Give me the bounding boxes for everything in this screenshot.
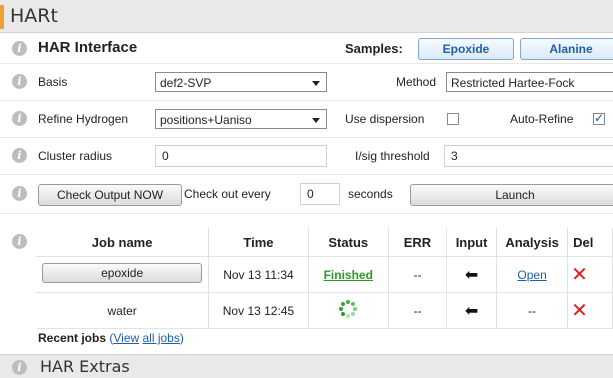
job-analysis: -- xyxy=(496,292,569,329)
interface-heading: HAR Interface xyxy=(38,39,138,56)
cluster-radius-row: i Cluster radius 0 I/sig threshold 3 xyxy=(0,138,613,175)
column-header-input: Input xyxy=(446,228,498,257)
info-icon[interactable]: i xyxy=(12,148,27,163)
dispersion-label: Use dispersion xyxy=(345,112,425,126)
method-value: Restricted Hartee-Fock xyxy=(451,76,575,90)
check-output-now-button[interactable]: Check Output NOW xyxy=(38,184,182,206)
app-title-bar: HARt xyxy=(0,0,613,33)
sample-alanine-button[interactable]: Alanine xyxy=(520,38,613,60)
delete-icon[interactable]: ✕ xyxy=(571,264,588,286)
chevron-down-icon xyxy=(312,118,320,123)
table-row: epoxide Nov 13 11:34 Finished -- ⬅ Open … xyxy=(36,256,613,293)
refine-hydrogen-value: positions+Uaniso xyxy=(160,113,252,127)
basis-select[interactable]: def2-SVP xyxy=(155,72,327,92)
har-extras-title: HAR Extras xyxy=(40,357,130,376)
method-select[interactable]: Restricted Hartee-Fock xyxy=(446,72,613,92)
check-interval-input[interactable]: 0 xyxy=(300,183,340,205)
app-title: HARt xyxy=(10,5,58,27)
back-arrow-icon[interactable]: ⬅ xyxy=(465,303,478,320)
job-delete-cell: ✕ xyxy=(567,256,613,293)
isig-threshold-input[interactable]: 3 xyxy=(444,145,613,167)
column-header-time: Time xyxy=(208,228,309,257)
recent-jobs-line: Recent jobs (View all jobs) xyxy=(38,331,184,345)
column-header-del: Del xyxy=(567,228,613,257)
job-time: Nov 13 11:34 xyxy=(208,256,309,293)
seconds-label: seconds xyxy=(348,187,393,201)
job-name[interactable]: water xyxy=(107,304,136,318)
recent-jobs-label: Recent jobs xyxy=(38,331,107,345)
job-status-cell xyxy=(308,292,389,329)
jobs-table: Job name Time Status ERR Input Analysis … xyxy=(36,228,613,329)
info-icon[interactable]: i xyxy=(12,74,27,89)
refine-hydrogen-label: Refine Hydrogen xyxy=(38,112,129,126)
basis-row: i Basis def2-SVP Method Restricted Harte… xyxy=(0,64,613,101)
cluster-radius-input[interactable]: 0 xyxy=(155,145,327,167)
launch-button[interactable]: Launch xyxy=(410,184,613,206)
sample-epoxide-button[interactable]: Epoxide xyxy=(418,38,514,60)
dispersion-checkbox[interactable] xyxy=(447,113,459,125)
interface-header-row: i HAR Interface Samples: Epoxide Alanine xyxy=(0,33,613,64)
info-icon[interactable]: i xyxy=(12,360,27,375)
job-err: -- xyxy=(388,292,448,329)
loading-spinner-icon xyxy=(339,300,358,318)
column-header-analysis: Analysis xyxy=(496,228,569,257)
view-link[interactable]: View xyxy=(113,331,139,345)
job-status-finished-link[interactable]: Finished xyxy=(324,268,373,282)
job-analysis-cell: Open xyxy=(496,256,569,293)
column-header-job-name: Job name xyxy=(36,228,210,257)
column-header-err: ERR xyxy=(388,228,448,257)
job-epoxide-button[interactable]: epoxide xyxy=(42,263,203,283)
output-check-row: i Check Output NOW Check out every 0 sec… xyxy=(0,175,613,214)
job-err: -- xyxy=(388,256,448,293)
check-every-label: Check out every xyxy=(184,187,271,201)
job-status-cell: Finished xyxy=(308,256,389,293)
jobs-header-row: Job name Time Status ERR Input Analysis … xyxy=(36,228,613,257)
info-icon[interactable]: i xyxy=(12,41,27,56)
all-jobs-link[interactable]: all jobs xyxy=(143,331,180,345)
refine-hydrogen-select[interactable]: positions+Uaniso xyxy=(155,109,327,129)
chevron-down-icon xyxy=(312,81,320,86)
job-name-cell: epoxide xyxy=(36,256,210,293)
refine-hydrogen-row: i Refine Hydrogen positions+Uaniso Use d… xyxy=(0,101,613,138)
auto-refine-checkbox[interactable] xyxy=(593,111,605,125)
job-name-cell: water xyxy=(36,292,210,329)
info-icon[interactable]: i xyxy=(12,234,27,249)
basis-label: Basis xyxy=(38,75,68,89)
info-icon[interactable]: i xyxy=(12,186,27,201)
open-analysis-link[interactable]: Open xyxy=(517,268,546,282)
basis-value: def2-SVP xyxy=(160,76,212,90)
title-accent-bar xyxy=(0,5,4,29)
table-row: water Nov 13 12:45 -- ⬅ -- ✕ xyxy=(36,292,613,329)
back-arrow-icon[interactable]: ⬅ xyxy=(465,267,478,284)
recent-paren-close: ) xyxy=(179,331,184,345)
samples-label: Samples: xyxy=(345,41,403,56)
cluster-radius-label: Cluster radius xyxy=(38,149,113,163)
delete-icon[interactable]: ✕ xyxy=(571,300,588,322)
method-label: Method xyxy=(396,75,437,89)
job-input-cell: ⬅ xyxy=(446,256,498,293)
auto-refine-label: Auto-Refine xyxy=(510,112,574,126)
har-extras-section[interactable]: i HAR Extras xyxy=(0,354,613,378)
column-header-status: Status xyxy=(308,228,389,257)
job-delete-cell: ✕ xyxy=(567,292,613,329)
job-input-cell: ⬅ xyxy=(446,292,498,329)
job-time: Nov 13 12:45 xyxy=(208,292,309,329)
isig-threshold-label: I/sig threshold xyxy=(355,149,430,163)
info-icon[interactable]: i xyxy=(12,111,27,126)
